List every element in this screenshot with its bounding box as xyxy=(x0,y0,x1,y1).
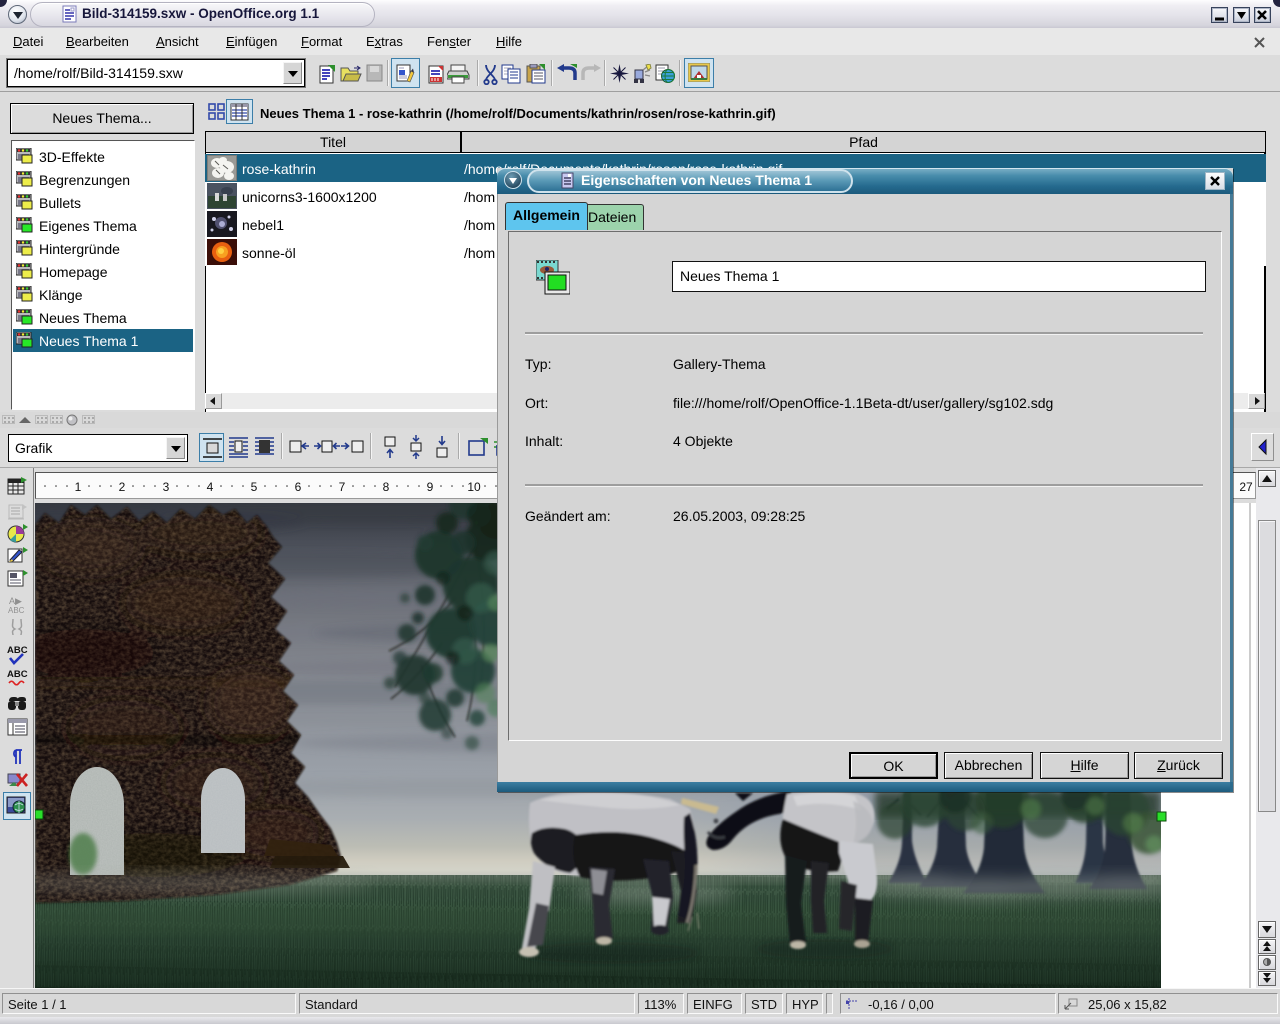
svg-text:A▶: A▶ xyxy=(9,596,22,606)
svg-text:9: 9 xyxy=(427,480,434,494)
svg-text:4: 4 xyxy=(207,480,214,494)
svg-text:2: 2 xyxy=(119,480,126,494)
svg-text:ABC: ABC xyxy=(7,645,28,656)
svg-text:3: 3 xyxy=(163,480,170,494)
svg-text:27: 27 xyxy=(1239,480,1253,494)
svg-text:ABC: ABC xyxy=(7,669,28,680)
svg-text:6: 6 xyxy=(295,480,302,494)
svg-text:7: 7 xyxy=(339,480,346,494)
svg-text:10: 10 xyxy=(467,480,481,494)
svg-text:5: 5 xyxy=(251,480,258,494)
svg-text:1: 1 xyxy=(75,480,82,494)
svg-text:ABC: ABC xyxy=(8,606,25,615)
svg-text:8: 8 xyxy=(383,480,390,494)
